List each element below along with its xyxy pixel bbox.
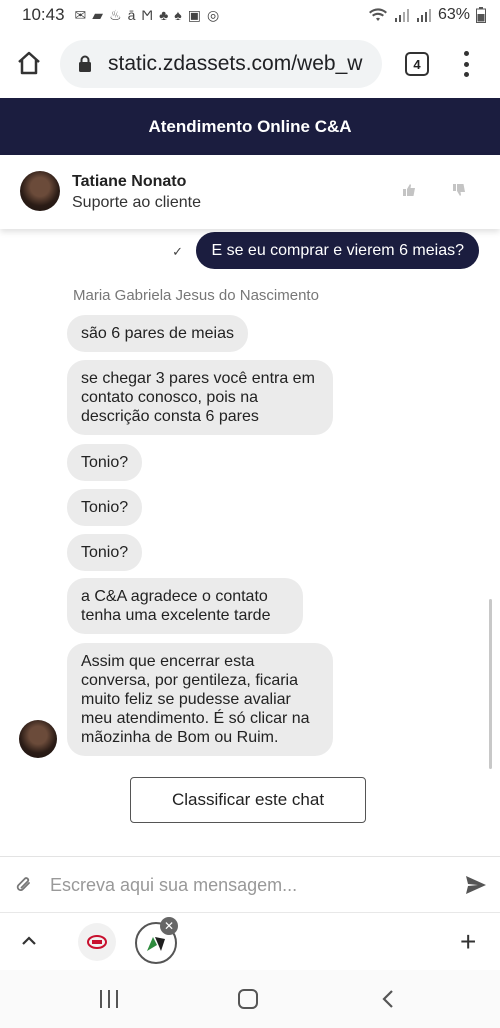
tab-switcher-button[interactable]: 4 [405,52,429,76]
agent-name: Tatiane Nonato [72,173,187,190]
incoming-message: a C&A agradece o contato tenha uma excel… [67,578,303,634]
fire-icon: ♨ [109,6,122,23]
incoming-message: Tonio? [67,534,143,571]
address-bar[interactable]: static.zdassets.com/web_w [60,40,382,88]
agent-avatar [19,720,57,758]
mail-icon: ✉ [74,6,87,23]
attach-icon[interactable] [14,874,34,896]
home-icon[interactable] [14,48,44,78]
incoming-message: Assim que encerrar esta conversa, por ge… [67,643,333,756]
battery-icon [476,7,486,23]
close-icon[interactable]: ✕ [160,917,178,935]
agent-role: Suporte ao cliente [72,194,201,211]
zendesk-logo-icon [147,937,165,951]
ca-app-icon[interactable] [78,923,116,961]
back-icon[interactable] [380,988,396,1010]
url-text: static.zdassets.com/web_w [108,52,363,75]
wifi-icon [368,8,387,21]
hands-icon: ♣ [159,7,169,23]
signal-icon-2 [416,9,431,22]
lock-icon [79,55,91,72]
incoming-message: Tonio? [67,489,143,526]
sender-name: Maria Gabriela Jesus do Nascimento [73,287,319,304]
status-bar: 10:43 ✉ ▰ ♨ ā Ϻ ♣ ♠ ▣ ◎ 63% [0,0,500,30]
incoming-message: são 6 pares de meias [67,315,248,352]
browser-bottom-bar: ✕ + [0,912,500,970]
plus-icon[interactable]: + [460,928,476,956]
status-time: 10:43 [22,5,65,24]
status-right: 63% [368,6,486,24]
home-nav-icon[interactable] [238,989,258,1009]
message-icon: ▰ [92,6,104,23]
send-icon[interactable] [465,874,487,896]
thumbs-down-icon[interactable] [452,183,466,197]
outgoing-message: E se eu comprar e vierem 6 meias? [196,232,479,269]
photo-icon: ▣ [187,6,201,23]
recent-apps-icon[interactable] [100,990,118,1008]
notification-icons: ✉ ▰ ♨ ā Ϻ ♣ ♠ ▣ ◎ [75,7,220,24]
rate-chat-button[interactable]: Classificar este chat [130,777,366,823]
chat-title: Atendimento Online C&A [148,116,352,136]
message-composer [0,856,500,912]
browser-menu-icon[interactable] [462,51,470,77]
faded-system-text [60,835,440,845]
tree-icon: ♠ [174,7,182,23]
amazon-icon: ā [127,7,136,23]
whatsapp-icon: ◎ [206,6,220,23]
message-list[interactable]: ✓ E se eu comprar e vierem 6 meias? Mari… [0,229,500,856]
agent-avatar [20,171,60,211]
system-nav-bar [0,970,500,1028]
battery-percent: 63% [437,6,470,23]
mercado-icon: Ϻ [141,7,154,23]
thumbs-up-icon[interactable] [402,183,416,197]
message-input[interactable] [50,871,440,899]
agent-bar: Tatiane Nonato Suporte ao cliente [0,155,500,229]
sent-check-icon: ✓ [172,244,183,259]
chat-header: Atendimento Online C&A [0,98,500,155]
chevron-up-icon[interactable] [20,932,38,950]
incoming-message: Tonio? [67,444,143,481]
incoming-message: se chegar 3 pares você entra em contato … [67,360,333,435]
browser-toolbar: static.zdassets.com/web_w 4 [0,30,500,98]
scrollbar[interactable] [489,599,492,769]
signal-icon [394,9,409,22]
ca-logo-icon [87,935,107,949]
